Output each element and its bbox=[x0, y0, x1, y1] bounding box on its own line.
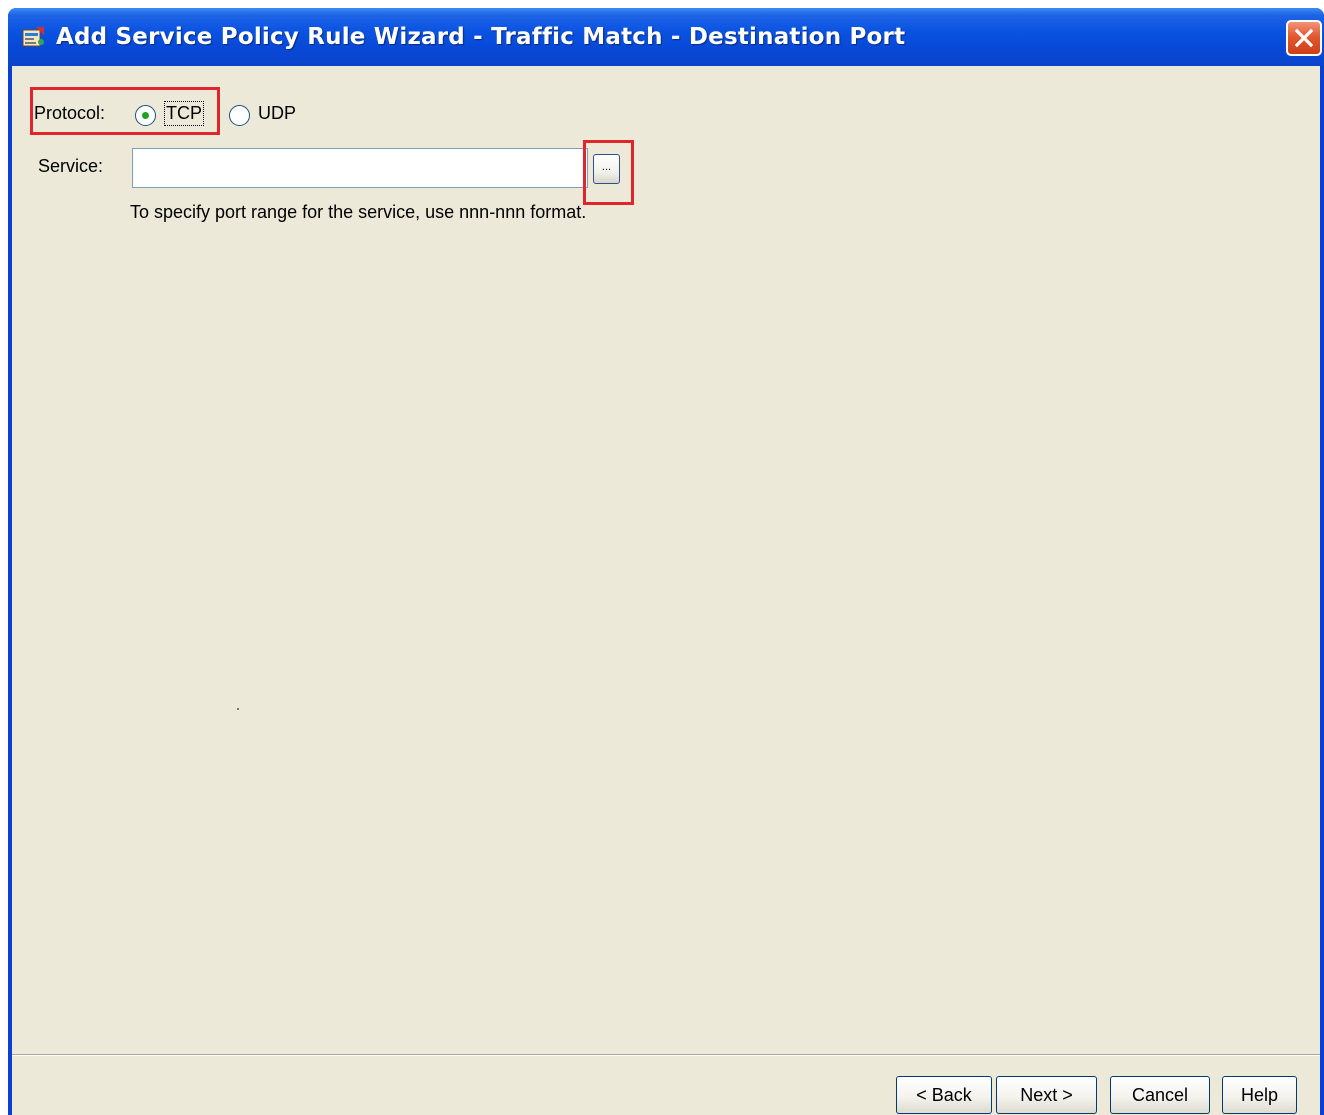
dialog-body: Protocol: TCP UDP Service: ... To specif… bbox=[12, 66, 1320, 1115]
udp-radio[interactable] bbox=[229, 105, 250, 126]
stray-dot bbox=[237, 708, 239, 710]
service-browse-button[interactable]: ... bbox=[593, 154, 620, 184]
back-button[interactable]: < Back bbox=[896, 1076, 992, 1114]
wizard-app-icon bbox=[20, 25, 46, 49]
service-input[interactable] bbox=[132, 148, 588, 188]
protocol-label: Protocol: bbox=[34, 103, 106, 123]
close-button[interactable] bbox=[1286, 20, 1322, 56]
udp-radio-label[interactable]: UDP bbox=[258, 103, 296, 124]
tcp-radio[interactable] bbox=[135, 105, 156, 126]
title-bar[interactable]: Add Service Policy Rule Wizard - Traffic… bbox=[8, 8, 1324, 66]
service-format-hint: To specify port range for the service, u… bbox=[130, 202, 587, 222]
service-label: Service: bbox=[38, 156, 104, 176]
cancel-button[interactable]: Cancel bbox=[1110, 1076, 1210, 1114]
next-button[interactable]: Next > bbox=[996, 1076, 1097, 1114]
help-button[interactable]: Help bbox=[1222, 1076, 1297, 1114]
wizard-window: Add Service Policy Rule Wizard - Traffic… bbox=[8, 8, 1324, 1115]
close-icon bbox=[1294, 28, 1314, 48]
button-bar-separator bbox=[12, 1054, 1320, 1056]
window-title: Add Service Policy Rule Wizard - Traffic… bbox=[56, 24, 906, 50]
tcp-radio-label[interactable]: TCP bbox=[164, 101, 204, 126]
